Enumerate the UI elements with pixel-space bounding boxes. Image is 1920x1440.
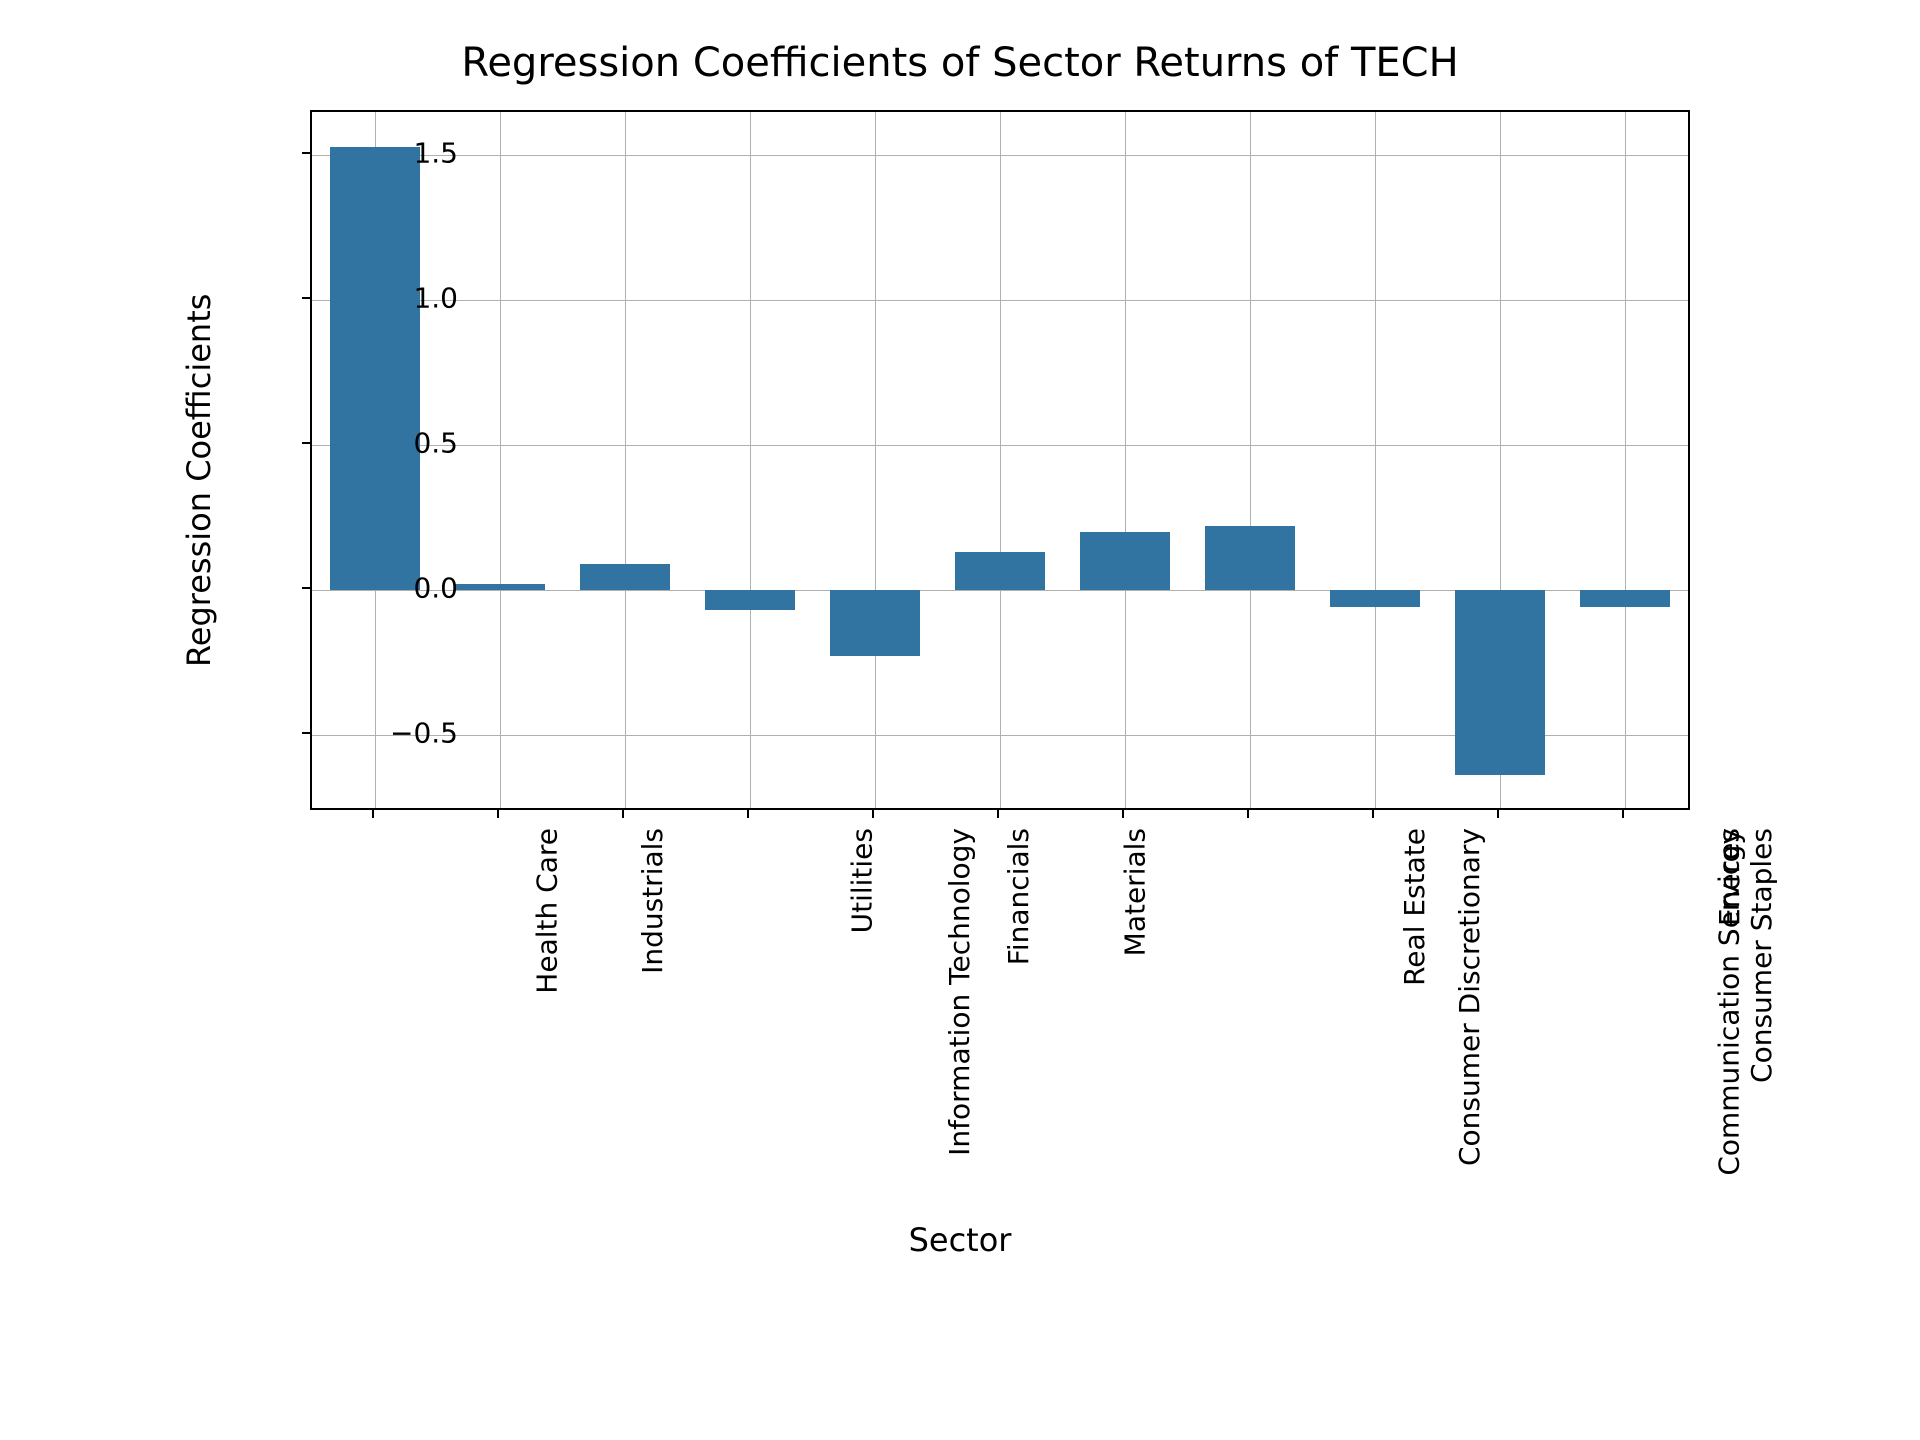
x-tick-label: Health Care xyxy=(530,828,563,994)
x-tick-label: Financials xyxy=(1002,828,1035,965)
y-tick-label: 1.0 xyxy=(338,282,458,315)
x-axis-label: Sector xyxy=(190,1221,1730,1259)
y-tick-mark xyxy=(302,442,310,444)
x-tick-label: Real Estate xyxy=(1397,828,1430,986)
x-tick-label: Industrials xyxy=(635,828,668,974)
x-tick-label: Energy xyxy=(1713,828,1746,926)
x-tick-label: Utilities xyxy=(845,828,878,933)
x-tick-label: Materials xyxy=(1118,828,1151,956)
grid-line-vertical xyxy=(1125,112,1126,808)
x-tick-label: Consumer Discretionary xyxy=(1453,828,1486,1166)
x-tick-mark xyxy=(997,810,999,818)
y-axis-label: Regression Coefficients xyxy=(180,294,218,667)
y-tick-label: 0.0 xyxy=(338,571,458,604)
x-tick-label: Information Technology xyxy=(942,828,975,1156)
x-tick-mark xyxy=(622,810,624,818)
chart-title: Regression Coefficients of Sector Return… xyxy=(190,40,1730,86)
bar xyxy=(580,564,670,590)
x-tick-label: Consumer Staples xyxy=(1744,828,1777,1083)
x-tick-mark xyxy=(372,810,374,818)
x-tick-mark xyxy=(1122,810,1124,818)
bar xyxy=(955,552,1045,590)
bar xyxy=(1455,590,1545,775)
plot-area xyxy=(310,110,1690,810)
bar xyxy=(830,590,920,657)
bar xyxy=(1330,590,1420,607)
y-tick-label: −0.5 xyxy=(338,716,458,749)
bar xyxy=(455,584,545,590)
bar xyxy=(330,147,420,590)
x-tick-mark xyxy=(1497,810,1499,818)
y-tick-mark xyxy=(302,732,310,734)
grid-line-vertical xyxy=(1250,112,1251,808)
y-tick-mark xyxy=(302,587,310,589)
x-tick-mark xyxy=(1372,810,1374,818)
grid-line-vertical xyxy=(750,112,751,808)
grid-line-vertical xyxy=(1000,112,1001,808)
grid-line-vertical xyxy=(500,112,501,808)
grid-line-vertical xyxy=(1375,112,1376,808)
x-tick-mark xyxy=(1622,810,1624,818)
x-tick-mark xyxy=(747,810,749,818)
chart-container: Regression Coefficients of Sector Return… xyxy=(190,40,1730,1400)
y-tick-mark xyxy=(302,297,310,299)
grid-line-vertical xyxy=(875,112,876,808)
grid-line-vertical xyxy=(1625,112,1626,808)
x-tick-mark xyxy=(872,810,874,818)
bar xyxy=(705,590,795,610)
y-tick-label: 1.5 xyxy=(338,137,458,170)
x-tick-mark xyxy=(1247,810,1249,818)
bar xyxy=(1580,590,1670,607)
y-tick-label: 0.5 xyxy=(338,427,458,460)
grid-line-vertical xyxy=(625,112,626,808)
x-tick-mark xyxy=(497,810,499,818)
bar xyxy=(1205,526,1295,590)
y-tick-mark xyxy=(302,152,310,154)
bar xyxy=(1080,532,1170,590)
